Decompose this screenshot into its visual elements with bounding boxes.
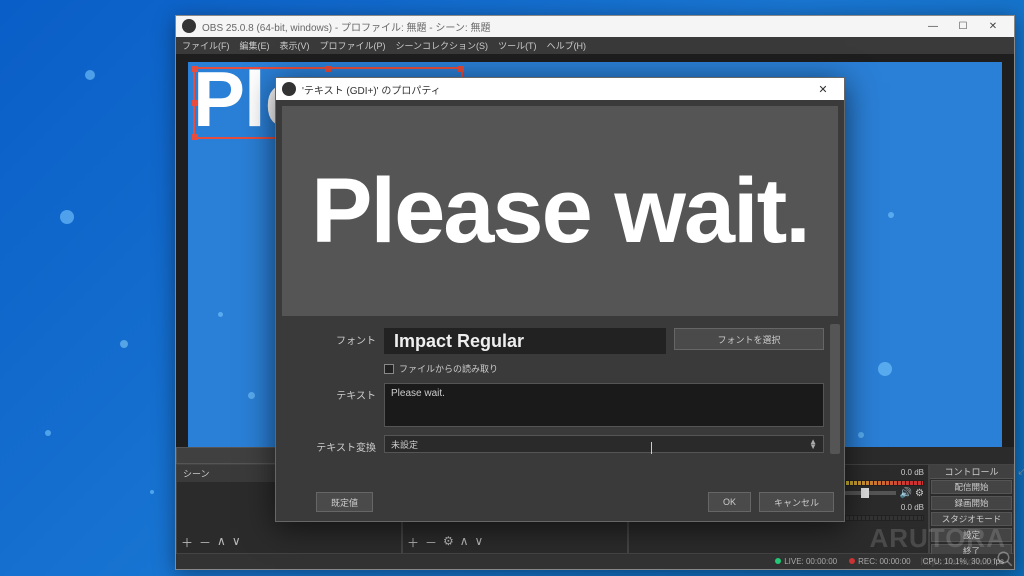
status-rec: REC: 00:00:00 <box>858 557 910 566</box>
defaults-button[interactable]: 既定値 <box>316 492 373 512</box>
dialog-form: フォント Impact Regular フォントを選択 ファイルからの読み取り … <box>276 322 844 489</box>
close-button[interactable]: ✕ <box>978 16 1008 36</box>
titlebar: OBS 25.0.8 (64-bit, windows) - プロファイル: 無… <box>176 16 1014 37</box>
read-from-file-checkbox[interactable] <box>384 364 394 374</box>
start-stream-button[interactable]: 配信開始 <box>931 480 1012 494</box>
font-display: Impact Regular <box>384 328 666 354</box>
mixer-media-db: 0.0 dB <box>901 503 924 512</box>
form-scrollbar[interactable] <box>830 324 840 454</box>
add-source-button[interactable]: ＋ <box>407 534 419 551</box>
dialog-title: 'テキスト (GDI+)' のプロパティ <box>302 82 441 97</box>
statusbar: LIVE: 00:00:00 REC: 00:00:00 CPU: 10.1%,… <box>176 554 1014 569</box>
maximize-button[interactable]: ☐ <box>948 16 978 36</box>
dialog-buttons: 既定値 OK キャンセル <box>276 489 844 521</box>
window-title: OBS 25.0.8 (64-bit, windows) - プロファイル: 無… <box>202 19 490 34</box>
menu-help[interactable]: ヘルプ(H) <box>547 39 587 52</box>
controls-header: コントロール <box>944 465 998 478</box>
text-label: テキスト <box>316 383 376 402</box>
status-live: LIVE: 00:00:00 <box>784 557 837 566</box>
minimize-button[interactable]: — <box>918 16 948 36</box>
obs-logo-icon <box>182 19 196 33</box>
menu-file[interactable]: ファイル(F) <box>182 39 230 52</box>
live-dot-icon <box>775 558 781 564</box>
source-up-button[interactable]: ∧ <box>460 534 469 551</box>
dialog-logo-icon <box>282 82 296 96</box>
spinner-icon[interactable]: ▲▼ <box>809 439 817 449</box>
menu-tools[interactable]: ツール(T) <box>498 39 537 52</box>
scene-down-button[interactable]: ∨ <box>232 534 241 551</box>
source-down-button[interactable]: ∨ <box>475 534 484 551</box>
settings-button[interactable]: 設定 <box>931 528 1012 542</box>
dialog-preview: Please wait. <box>282 106 838 316</box>
select-font-button[interactable]: フォントを選択 <box>674 328 824 350</box>
controls-panel: コントロール⤢ 配信開始 録画開始 スタジオモード 設定 終了 <box>929 464 1014 554</box>
add-scene-button[interactable]: ＋ <box>181 534 193 551</box>
menu-scene-collection[interactable]: シーンコレクション(S) <box>396 39 489 52</box>
transform-label: テキスト変換 <box>316 435 376 454</box>
properties-dialog: 'テキスト (GDI+)' のプロパティ ✕ Please wait. フォント… <box>275 77 845 522</box>
studio-mode-button[interactable]: スタジオモード <box>931 512 1012 526</box>
mic-gear-icon[interactable]: ⚙ <box>915 488 924 499</box>
menubar: ファイル(F) 編集(E) 表示(V) プロファイル(P) シーンコレクション(… <box>176 37 1014 54</box>
text-cursor-icon <box>651 442 652 454</box>
source-settings-button[interactable]: ⚙ <box>443 534 454 551</box>
remove-scene-button[interactable]: － <box>199 534 211 551</box>
scene-up-button[interactable]: ∧ <box>217 534 226 551</box>
transform-select[interactable]: 未設定 ▲▼ <box>384 435 824 453</box>
start-record-button[interactable]: 録画開始 <box>931 496 1012 510</box>
text-input[interactable] <box>384 383 824 427</box>
cancel-button[interactable]: キャンセル <box>759 492 834 512</box>
menu-edit[interactable]: 編集(E) <box>240 39 270 52</box>
read-from-file-label: ファイルからの読み取り <box>399 362 498 375</box>
dialog-titlebar[interactable]: 'テキスト (GDI+)' のプロパティ ✕ <box>276 78 844 100</box>
remove-source-button[interactable]: － <box>425 534 437 551</box>
mixer-mic-db: 0.0 dB <box>901 468 924 477</box>
font-label: フォント <box>316 328 376 347</box>
mic-mute-icon[interactable]: 🔊 <box>900 488 912 499</box>
dock-icon[interactable]: ⤢ <box>1018 465 1024 478</box>
ok-button[interactable]: OK <box>708 492 751 512</box>
dialog-preview-text: Please wait. <box>311 159 809 264</box>
menu-view[interactable]: 表示(V) <box>280 39 310 52</box>
rec-dot-icon <box>849 558 855 564</box>
transform-value: 未設定 <box>391 438 418 451</box>
dialog-close-button[interactable]: ✕ <box>808 83 838 96</box>
taskbar-search-icon[interactable] <box>990 545 1020 573</box>
menu-profile[interactable]: プロファイル(P) <box>320 39 386 52</box>
